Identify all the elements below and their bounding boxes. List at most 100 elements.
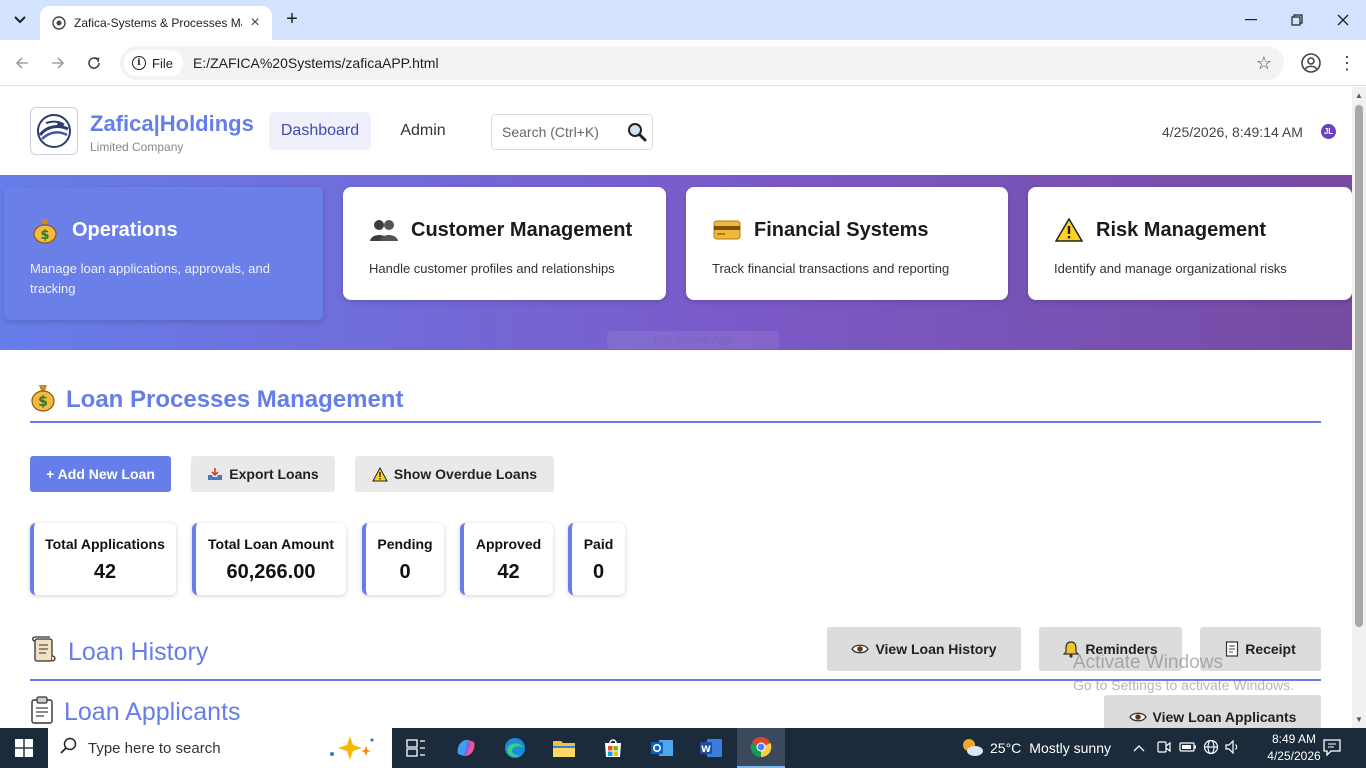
- scroll-icon: [30, 636, 58, 669]
- view-loan-history-label: View Loan History: [875, 641, 997, 657]
- stat-label: Approved: [475, 536, 542, 552]
- show-overdue-loans-button[interactable]: Show Overdue Loans: [355, 456, 554, 492]
- partly-sunny-icon: [960, 737, 984, 760]
- edge-browser-icon[interactable]: [491, 728, 539, 768]
- forward-arrow-icon[interactable]: [46, 51, 70, 75]
- globe-logo-icon: [37, 114, 71, 148]
- activate-windows-watermark: Activate Windows: [1073, 652, 1223, 673]
- tab-title: Zafica-Systems & Processes Ma: [74, 16, 242, 30]
- export-loans-label: Export Loans: [229, 466, 319, 482]
- company-logo[interactable]: [30, 107, 78, 155]
- info-icon: i: [132, 56, 146, 70]
- stat-card-approved: Approved 42: [460, 523, 553, 595]
- tab-close-icon[interactable]: ×: [246, 14, 264, 32]
- taskbar-search-box[interactable]: Type here to search: [48, 728, 392, 768]
- eye-icon: [851, 643, 870, 655]
- tray-download-icon: [207, 467, 223, 481]
- stat-card-total-applications: Total Applications 42: [30, 523, 176, 595]
- file-explorer-icon[interactable]: [540, 728, 588, 768]
- credit-card-icon: [712, 215, 742, 245]
- module-card-risk-management[interactable]: Risk Management Identify and manage orga…: [1028, 187, 1352, 300]
- people-icon: [369, 215, 399, 245]
- loan-history-title: Loan History: [30, 636, 208, 669]
- volume-icon[interactable]: [1225, 739, 1247, 757]
- back-arrow-icon[interactable]: [10, 51, 34, 75]
- page-scrollbar[interactable]: ▲ ▼: [1352, 87, 1366, 728]
- activate-windows-hint: Go to Settings to activate Windows.: [1073, 677, 1294, 693]
- bookmark-star-icon[interactable]: ☆: [1256, 53, 1272, 74]
- add-new-loan-button[interactable]: + Add New Loan: [30, 456, 171, 492]
- browser-tab-bar: Zafica-Systems & Processes Ma × +: [0, 0, 1366, 40]
- stat-label: Paid: [583, 536, 614, 552]
- show-overdue-label: Show Overdue Loans: [393, 466, 538, 482]
- reload-icon[interactable]: [82, 51, 106, 75]
- word-icon[interactable]: W: [687, 728, 735, 768]
- new-tab-plus-icon[interactable]: +: [280, 8, 304, 32]
- loan-history-title-text: Loan History: [68, 638, 209, 666]
- outlook-icon[interactable]: [638, 728, 686, 768]
- notifications-icon[interactable]: [1322, 738, 1344, 758]
- app-header: Zafica|Holdings Limited Company Dashboar…: [0, 87, 1352, 175]
- taskbar-search-text: Type here to search: [88, 739, 221, 757]
- site-info-chip[interactable]: i File: [124, 50, 183, 76]
- stat-value: 42: [497, 561, 520, 583]
- window-controls: [1228, 0, 1366, 40]
- microsoft-store-icon[interactable]: [589, 728, 637, 768]
- tray-overflow-chevron-icon[interactable]: [1133, 741, 1149, 755]
- sparkle-icon: [324, 734, 378, 767]
- search-icon: [60, 737, 78, 760]
- scroll-up-icon[interactable]: ▲: [1355, 91, 1363, 100]
- scroll-down-icon[interactable]: ▼: [1355, 715, 1363, 724]
- windows-start-icon[interactable]: [0, 728, 48, 768]
- close-window-icon[interactable]: [1320, 0, 1366, 40]
- stat-label: Total Applications: [45, 536, 165, 552]
- battery-icon[interactable]: [1179, 740, 1203, 756]
- taskbar-clock[interactable]: 8:49 AM 4/25/2026: [1266, 731, 1322, 765]
- stat-value: 0: [592, 561, 605, 583]
- nav-dashboard[interactable]: Dashboard: [269, 112, 371, 150]
- page-viewport: Zafica|Holdings Limited Company Dashboar…: [0, 87, 1352, 728]
- search-input[interactable]: [502, 124, 620, 140]
- svg-text:$: $: [38, 394, 48, 410]
- weather-widget[interactable]: 25°C Mostly sunny: [960, 728, 1111, 768]
- brand-subtitle: Limited Company: [90, 140, 184, 154]
- svg-text:$: $: [40, 228, 49, 243]
- view-loan-history-button[interactable]: View Loan History: [827, 627, 1021, 671]
- export-loans-button[interactable]: Export Loans: [191, 456, 335, 492]
- full-screen-button[interactable]: Full Screen App: [607, 331, 779, 349]
- task-view-icon[interactable]: [392, 728, 440, 768]
- tab-search-chevron-icon[interactable]: [6, 8, 34, 32]
- module-card-financial-systems[interactable]: Financial Systems Track financial transa…: [686, 187, 1008, 300]
- windows-taskbar: Type here to search W 25°C Mostly sunny: [0, 728, 1366, 768]
- header-clock: 4/25/2026, 8:49:14 AM: [1162, 124, 1303, 140]
- search-icon[interactable]: [626, 121, 648, 143]
- modules-band: $ Operations Manage loan applications, a…: [0, 175, 1352, 350]
- brand-name: Zafica|Holdings: [90, 111, 254, 136]
- browser-toolbar: i File E:/ZAFICA%20Systems/zaficaAPP.htm…: [0, 40, 1366, 86]
- scrollbar-thumb[interactable]: [1355, 105, 1363, 627]
- chrome-icon[interactable]: [737, 728, 785, 768]
- copilot-icon[interactable]: [442, 728, 490, 768]
- browser-menu-icon[interactable]: ⋮: [1338, 52, 1356, 74]
- module-card-customer-management[interactable]: Customer Management Handle customer prof…: [343, 187, 666, 300]
- view-loan-applicants-button[interactable]: View Loan Applicants: [1104, 695, 1321, 728]
- stat-card-pending: Pending 0: [362, 523, 444, 595]
- stat-value: 42: [93, 561, 117, 583]
- network-globe-icon[interactable]: [1203, 739, 1225, 758]
- money-bag-icon: $: [30, 215, 60, 245]
- minimize-icon[interactable]: [1228, 0, 1274, 40]
- profile-icon[interactable]: [1300, 52, 1322, 74]
- module-description: Identify and manage organizational risks: [1054, 261, 1287, 276]
- address-bar[interactable]: i File E:/ZAFICA%20Systems/zaficaAPP.htm…: [120, 46, 1284, 80]
- restore-icon[interactable]: [1274, 0, 1320, 40]
- nav-admin[interactable]: Admin: [385, 112, 461, 150]
- user-avatar[interactable]: JL: [1321, 124, 1336, 139]
- stat-value: 60,266.00: [226, 561, 316, 583]
- taskbar-time: 8:49 AM: [1271, 732, 1317, 746]
- meet-now-icon[interactable]: [1157, 740, 1179, 757]
- module-description: Track financial transactions and reporti…: [712, 261, 950, 276]
- browser-tab-active[interactable]: Zafica-Systems & Processes Ma ×: [40, 6, 272, 40]
- module-card-operations[interactable]: $ Operations Manage loan applications, a…: [4, 187, 323, 320]
- url-text: E:/ZAFICA%20Systems/zaficaAPP.html: [192, 55, 439, 71]
- clipboard-icon: [30, 696, 54, 728]
